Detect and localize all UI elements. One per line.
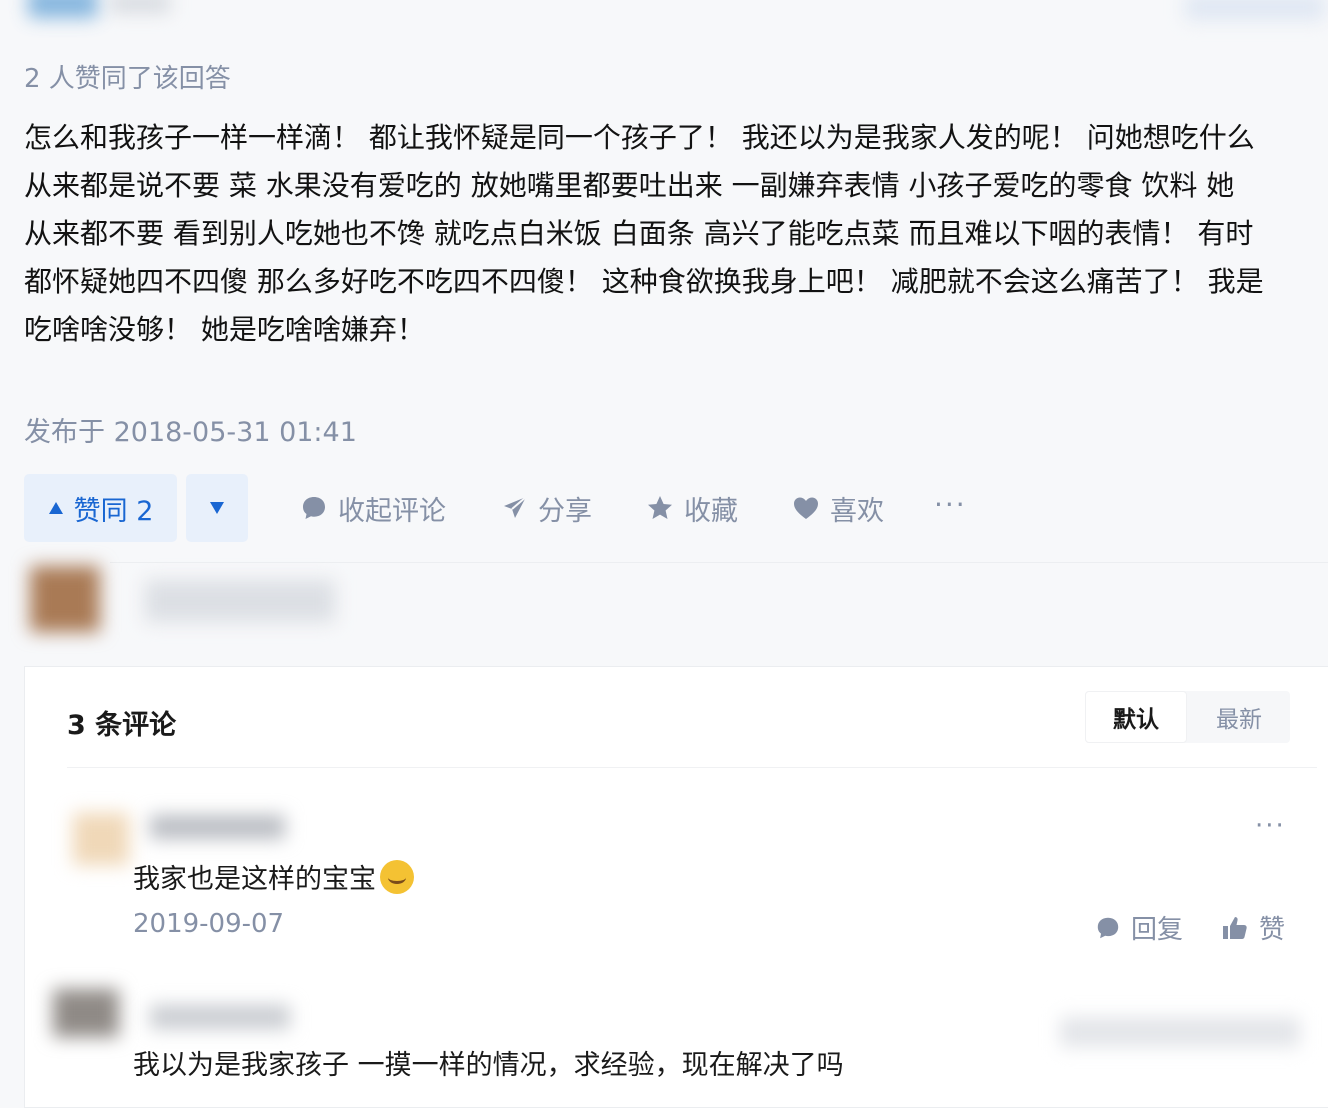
thumbs-up-icon — [1223, 916, 1247, 939]
blurred-comment-meta — [1060, 1017, 1300, 1047]
answer-action-bar: 赞同 2 收起评论 分享 收藏 喜欢 ··· — [24, 474, 1024, 542]
blurred-commenter-name — [150, 1005, 290, 1029]
vote-up-label: 赞同 2 — [73, 495, 154, 527]
collapse-comments-label: 收起评论 — [338, 495, 446, 527]
reply-button[interactable]: 回复 — [1095, 909, 1183, 946]
favorite-label: 收藏 — [684, 495, 738, 527]
answer-line: 从来都不要 看到别人吃她也不馋 就吃点白米饭 白面条 高兴了能吃点菜 而且难以下… — [24, 217, 1254, 250]
comments-count: 3 条评论 — [67, 710, 177, 741]
vote-up-button[interactable]: 赞同 2 — [24, 474, 177, 542]
comments-panel: 3 条评论 默认 最新 ··· 我家也是这样的宝宝 2019-09-07 回复 … — [24, 666, 1328, 1108]
sort-latest-tab[interactable]: 最新 — [1189, 691, 1289, 743]
blurred-comment-input[interactable] — [145, 580, 335, 622]
vote-down-button[interactable] — [186, 474, 248, 542]
blurred-commenter-avatar — [53, 989, 119, 1037]
comment-text: 我家也是这样的宝宝 — [133, 857, 414, 896]
answer-line: 都怀疑她四不四傻 那么多好吃不吃四不四傻！ 这种食欲换我身上吧！ 减肥就不会这么… — [24, 265, 1264, 298]
triangle-up-icon — [48, 502, 63, 514]
triangle-down-icon — [210, 502, 224, 514]
comment-text-content: 我家也是这样的宝宝 — [133, 864, 376, 895]
reply-label: 回复 — [1131, 915, 1184, 945]
comment-bubble-icon — [303, 497, 325, 519]
comment-more-button[interactable]: ··· — [1255, 811, 1286, 841]
more-actions-button[interactable]: ··· — [934, 488, 967, 521]
comment-date: 2019-09-07 — [133, 909, 285, 939]
blurred-commenter-avatar — [73, 813, 129, 865]
paper-plane-icon — [504, 496, 527, 518]
answer-line: 怎么和我孩子一样一样滴！ 都让我怀疑是同一个孩子了！ 我还以为是我家人发的呢！ … — [24, 121, 1255, 154]
vote-summary: 2 人赞同了该回答 — [24, 64, 231, 94]
comment-bubble-icon — [1097, 917, 1119, 938]
answer-body: 怎么和我孩子一样一样滴！ 都让我怀疑是同一个孩子了！ 我还以为是我家人发的呢！ … — [24, 114, 1328, 354]
answer-line: 从来都是说不要 菜 水果没有爱吃的 放她嘴里都要吐出来 一副嫌弃表情 小孩子爱吃… — [24, 169, 1235, 202]
blurred-author-avatar — [28, 0, 98, 18]
comment-text: 我以为是我家孩子 一摸一样的情况，求经验，现在解决了吗 — [133, 1050, 844, 1081]
divider — [67, 767, 1317, 768]
blurred-commenter-name — [150, 815, 285, 839]
share-label: 分享 — [538, 495, 592, 527]
blurred-author-name — [110, 0, 170, 12]
answer-line: 吃啥啥没够！ 她是吃啥啥嫌弃！ — [24, 313, 425, 346]
comment-like-label: 赞 — [1259, 915, 1286, 945]
collapse-comments-button[interactable]: 收起评论 — [300, 474, 446, 542]
sort-default-tab[interactable]: 默认 — [1085, 691, 1187, 743]
blurred-user-avatar — [30, 566, 100, 632]
like-label: 喜欢 — [830, 495, 884, 527]
publish-time: 发布于 2018-05-31 01:41 — [24, 417, 357, 448]
divider — [110, 562, 1328, 563]
like-button[interactable]: 喜欢 — [792, 474, 884, 542]
heart-icon — [794, 497, 818, 519]
blurred-follow-button — [1185, 0, 1325, 20]
favorite-button[interactable]: 收藏 — [646, 474, 738, 542]
comment-like-button[interactable]: 赞 — [1221, 909, 1285, 946]
laughing-emoji-icon — [380, 859, 414, 894]
star-icon — [648, 496, 672, 519]
share-button[interactable]: 分享 — [502, 474, 592, 542]
comment-sort-toggle: 默认 最新 — [1085, 691, 1290, 743]
